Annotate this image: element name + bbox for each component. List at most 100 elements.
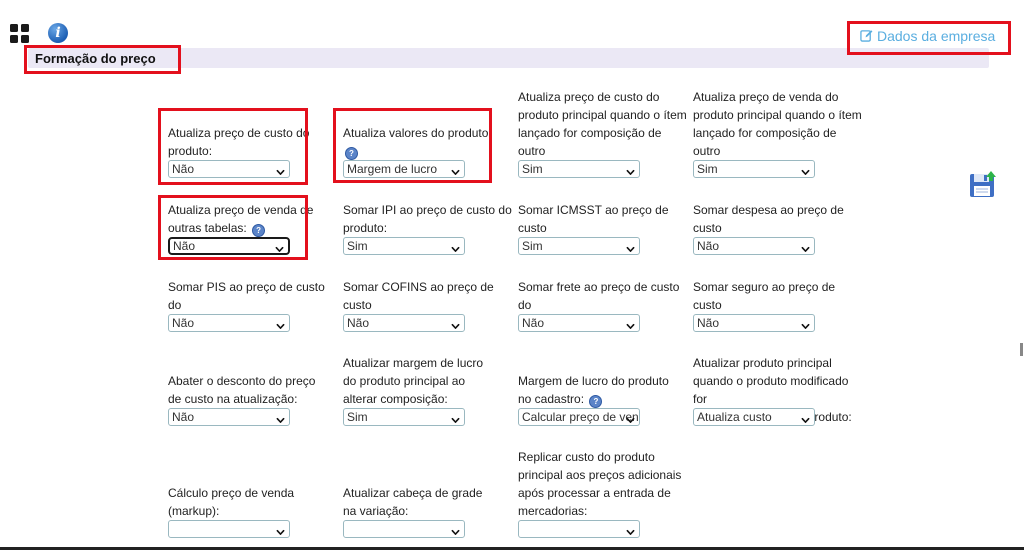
field-label: Margem de lucro do produto — [518, 372, 690, 390]
field-label-text: no cadastro: — [518, 392, 585, 406]
company-data-link[interactable]: Dados da empresa — [860, 28, 995, 44]
form-field: Cálculo preço de venda (markup): — [168, 484, 340, 520]
field-select[interactable] — [343, 520, 465, 538]
field-label-text: do produto principal ao — [343, 374, 466, 388]
field-label-text: Somar PIS ao preço de custo do — [168, 280, 325, 312]
info-icon[interactable]: i — [48, 23, 68, 43]
field-label-text: produto: — [343, 221, 388, 235]
chevron-down-icon — [626, 319, 635, 329]
edit-icon — [860, 30, 873, 42]
scroll-marker — [1020, 343, 1023, 356]
field-label: Cálculo preço de venda — [168, 484, 340, 502]
select-value: Margem de lucro — [347, 162, 438, 176]
chevron-down-icon — [451, 413, 460, 423]
field-label-text: Somar seguro ao preço de custo — [693, 280, 836, 312]
field-label: Somar COFINS ao preço de custo — [343, 278, 515, 314]
field-label-text: Somar despesa ao preço de custo — [693, 203, 844, 235]
field-select[interactable]: Não — [168, 314, 290, 332]
help-icon[interactable]: ? — [589, 395, 603, 408]
field-select[interactable] — [168, 520, 290, 538]
field-label-text: de custo na atualização: — [168, 392, 298, 406]
field-label-text: Cálculo preço de venda — [168, 486, 295, 500]
field-label: Atualizar produto principal — [693, 354, 865, 372]
field-label: produto principal quando o ítem — [693, 106, 865, 124]
field-label: Somar seguro ao preço de custo — [693, 278, 865, 314]
help-icon[interactable]: ? — [252, 224, 266, 237]
select-value: Não — [347, 316, 370, 330]
field-select[interactable]: Sim — [518, 237, 640, 255]
field-label: Somar IPI ao preço de custo do — [343, 201, 515, 219]
field-label: Atualizar margem de lucro — [343, 354, 515, 372]
field-select[interactable]: Sim — [518, 160, 640, 178]
form-field: Margem de lucro do produto no cadastro: ? — [518, 372, 690, 408]
field-label-text: Atualizar margem de lucro — [343, 356, 484, 370]
field-select[interactable]: Não — [343, 314, 465, 332]
field-label: de custo na atualização: — [168, 390, 340, 408]
field-label: Somar despesa ao preço de custo — [693, 201, 865, 237]
chevron-down-icon — [626, 525, 635, 535]
save-icon[interactable] — [969, 170, 997, 198]
chevron-down-icon — [276, 413, 285, 423]
field-label: alterar composição: — [343, 390, 515, 408]
field-select[interactable]: Não — [168, 237, 290, 255]
select-value: Sim — [347, 239, 368, 253]
field-select[interactable]: Margem de lucro — [343, 160, 465, 178]
field-label-text: Somar IPI ao preço de custo do — [343, 203, 512, 217]
field-label-text: Atualiza preço de venda de — [168, 203, 314, 217]
field-select[interactable]: Não — [693, 237, 815, 255]
field-label-text: mercadorias: — [518, 504, 588, 518]
select-value: Não — [173, 239, 196, 253]
field-label-text: Abater o desconto do preço — [168, 374, 316, 388]
chevron-down-icon — [276, 319, 285, 329]
field-label: Atualiza preço de venda de — [168, 201, 340, 219]
chevron-down-icon — [276, 165, 285, 175]
field-label-text: (markup): — [168, 504, 220, 518]
field-select[interactable]: Calcular preço de venda — [518, 408, 640, 426]
field-label-text: na variação: — [343, 504, 409, 518]
field-label: Somar frete ao preço de custo do — [518, 278, 690, 314]
select-value: Sim — [522, 239, 543, 253]
form-field: Replicar custo do produto principal aos p… — [518, 448, 690, 520]
field-label-text: Somar COFINS ao preço de custo — [343, 280, 494, 312]
select-value: Não — [172, 410, 195, 424]
help-icon[interactable]: ? — [345, 147, 358, 160]
field-label-text: lançado for composição de outro — [518, 126, 662, 158]
field-label: outras tabelas: ? — [168, 219, 340, 237]
select-value: Atualiza custo — [697, 410, 772, 424]
field-label: após processar a entrada de — [518, 484, 690, 502]
field-label: na variação: — [343, 502, 515, 520]
field-label: principal aos preços adicionais — [518, 466, 690, 484]
field-select[interactable]: Não — [518, 314, 640, 332]
chevron-down-icon — [801, 319, 810, 329]
field-select[interactable]: Atualiza custo — [693, 408, 815, 426]
field-select[interactable] — [518, 520, 640, 538]
field-select[interactable]: Sim — [343, 408, 465, 426]
chevron-down-icon — [626, 242, 635, 252]
field-select[interactable]: Sim — [693, 160, 815, 178]
form-field: Atualiza preço de custo do produto: — [168, 124, 340, 160]
field-label: Atualizar cabeça de grade — [343, 484, 515, 502]
field-label-text: alterar composição: — [343, 392, 448, 406]
select-value: Não — [697, 316, 720, 330]
field-select[interactable]: Sim — [343, 237, 465, 255]
field-select[interactable]: Não — [693, 314, 815, 332]
field-label: no cadastro: ? — [518, 390, 690, 408]
field-label: Atualiza valores do produto: — [343, 124, 515, 142]
field-select[interactable]: Não — [168, 160, 290, 178]
field-label-text: produto principal quando o ítem — [693, 108, 862, 122]
chevron-down-icon — [451, 242, 460, 252]
chevron-down-icon — [801, 165, 810, 175]
grid-icon[interactable] — [10, 24, 30, 44]
field-label-text: Atualiza preço de custo do — [168, 126, 310, 140]
select-value: Sim — [347, 410, 368, 424]
field-label: Atualiza preço de custo do — [518, 88, 690, 106]
field-label: lançado for composição de outro — [518, 124, 690, 160]
field-label: Replicar custo do produto — [518, 448, 690, 466]
select-value: Calcular preço de venda — [522, 410, 640, 424]
field-label: Somar ICMSST ao preço de custo — [518, 201, 690, 237]
field-label: mercadorias: — [518, 502, 690, 520]
field-label: (markup): — [168, 502, 340, 520]
field-help-line: ? — [343, 142, 515, 160]
field-select[interactable]: Não — [168, 408, 290, 426]
chevron-down-icon — [276, 525, 285, 535]
